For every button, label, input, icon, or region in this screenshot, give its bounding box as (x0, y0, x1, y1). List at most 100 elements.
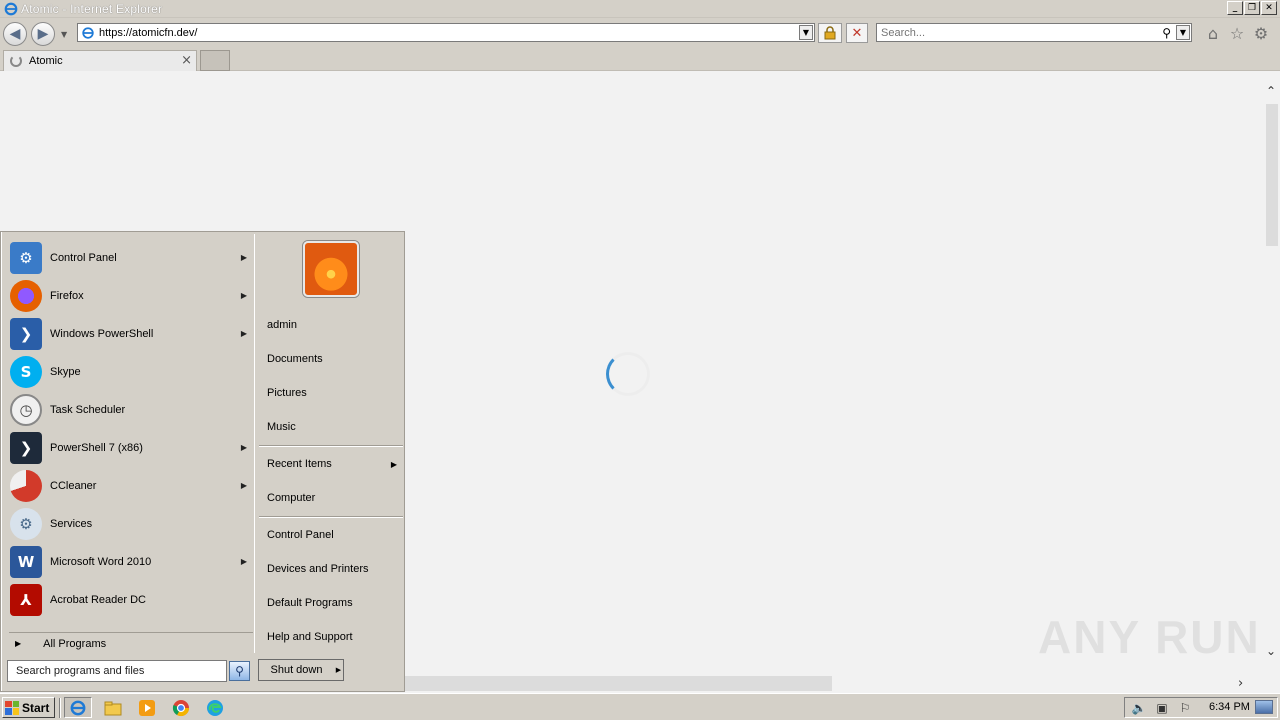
start-label: Start (22, 700, 50, 715)
program-windows-powershell[interactable]: ❯ Windows PowerShell ▶ (7, 316, 253, 352)
tab-close-icon[interactable]: × (181, 53, 192, 68)
restore-button[interactable]: ❐ (1244, 1, 1260, 15)
chrome-icon (172, 699, 190, 716)
show-desktop-button[interactable] (1255, 700, 1273, 714)
place-devices-printers[interactable]: Devices and Printers (267, 560, 397, 578)
window-title: Atomic - Internet Explorer (21, 1, 163, 16)
program-task-scheduler[interactable]: ◷ Task Scheduler (7, 392, 253, 428)
place-control-panel[interactable]: Control Panel (267, 526, 397, 544)
taskbar-separator (59, 698, 61, 718)
program-microsoft-word[interactable]: W Microsoft Word 2010 ▶ (7, 544, 253, 580)
place-music[interactable]: Music (267, 418, 397, 436)
powershell-icon: ❯ (10, 318, 42, 350)
windows-flag-icon (5, 700, 19, 715)
place-computer[interactable]: Computer (267, 489, 397, 507)
program-powershell7[interactable]: ❯ PowerShell 7 (x86) ▶ (7, 430, 253, 466)
control-panel-icon: ⚙ (10, 242, 42, 274)
program-label: CCleaner (50, 480, 97, 492)
search-box[interactable]: ⚲ ▼ (876, 23, 1192, 42)
taskbar: Start 🔈 ▣ ⚐ 6:34 PM (0, 693, 1280, 720)
scroll-down-icon[interactable]: ⌄ (1266, 644, 1276, 658)
home-icon[interactable]: ⌂ (1204, 24, 1222, 43)
ccleaner-icon (10, 470, 42, 502)
all-programs-button[interactable]: ▶ All Programs (9, 632, 253, 652)
taskbar-edge[interactable] (201, 697, 229, 718)
tab-atomic[interactable]: Atomic × (3, 50, 197, 71)
scroll-up-icon[interactable]: ⌃ (1266, 84, 1276, 98)
start-button[interactable]: Start (2, 697, 55, 718)
taskbar-media-player[interactable] (133, 697, 161, 718)
start-search-input[interactable]: Search programs and files (7, 660, 227, 682)
stop-button[interactable]: ✕ (846, 23, 868, 43)
place-help-support[interactable]: Help and Support (267, 628, 397, 646)
scroll-right-icon[interactable]: › (1238, 676, 1243, 691)
forward-icon: ▶ (37, 26, 49, 42)
vertical-scroll-thumb[interactable] (1266, 104, 1278, 246)
start-search-button[interactable]: ⚲ (229, 661, 250, 681)
program-label: Firefox (50, 290, 84, 302)
task-scheduler-icon: ◷ (10, 394, 42, 426)
new-tab-button[interactable] (200, 50, 230, 71)
program-label: Windows PowerShell (50, 328, 154, 340)
program-acrobat-reader[interactable]: ⅄ Acrobat Reader DC (7, 582, 253, 618)
place-admin[interactable]: admin (267, 316, 397, 334)
acrobat-icon: ⅄ (10, 584, 42, 616)
security-lock-button[interactable] (818, 23, 842, 43)
submenu-arrow-icon: ▶ (240, 557, 247, 566)
favorites-icon[interactable]: ☆ (1228, 24, 1246, 43)
program-services[interactable]: ⚙ Services (7, 506, 253, 542)
place-recent-items[interactable]: Recent Items ▶ (267, 455, 397, 473)
shutdown-options-arrow-icon[interactable]: ▶ (334, 659, 344, 681)
gear-icon[interactable]: ⚙ (1252, 24, 1270, 43)
address-url[interactable]: https://atomicfn.dev/ (99, 27, 197, 39)
start-menu-programs: ⚙ Control Panel ▶ Firefox ▶ ❯ Windows Po… (3, 234, 253, 653)
place-pictures[interactable]: Pictures (267, 384, 397, 402)
clock[interactable]: 6:34 PM (1209, 701, 1250, 713)
places-separator (259, 516, 403, 518)
program-control-panel[interactable]: ⚙ Control Panel ▶ (7, 240, 253, 276)
place-documents[interactable]: Documents (267, 350, 397, 368)
title-bar: Atomic - Internet Explorer _ ❐ ✕ (0, 0, 1280, 18)
window-controls: _ ❐ ✕ (1227, 1, 1277, 15)
navigation-bar: ◀ ▶ ▼ https://atomicfn.dev/ ▼ ✕ ⚲ ▼ ⌂ ☆ … (0, 18, 1280, 48)
tab-label: Atomic (29, 55, 63, 67)
network-icon[interactable]: ▣ (1153, 700, 1171, 716)
taskbar-explorer[interactable] (99, 697, 127, 718)
skype-icon: S (10, 356, 42, 388)
all-programs-label: All Programs (43, 637, 107, 650)
history-dropdown-icon[interactable]: ▼ (61, 30, 67, 39)
ie-logo-icon (4, 2, 18, 15)
taskbar-chrome[interactable] (167, 697, 195, 718)
program-skype[interactable]: S Skype (7, 354, 253, 390)
minimize-button[interactable]: _ (1227, 1, 1243, 15)
edge-icon (207, 699, 223, 716)
horizontal-scroll-thumb[interactable] (404, 676, 832, 691)
search-input[interactable] (881, 26, 1151, 39)
toolbar-icons: ⌂ ☆ ⚙ (1204, 24, 1270, 43)
volume-icon[interactable]: 🔈 (1130, 700, 1148, 716)
search-icon: ⚲ (235, 664, 244, 678)
program-ccleaner[interactable]: CCleaner ▶ (7, 468, 253, 504)
search-dropdown-button[interactable]: ▼ (1176, 25, 1190, 40)
taskbar-ie[interactable] (64, 697, 92, 718)
forward-button[interactable]: ▶ (31, 22, 55, 46)
vertical-scrollbar[interactable]: ⌃ ⌄ (1264, 84, 1280, 664)
place-default-programs[interactable]: Default Programs (267, 594, 397, 612)
page-loading-spinner (606, 352, 650, 396)
submenu-arrow-icon: ▶ (240, 253, 247, 262)
ie-page-icon (82, 26, 94, 39)
services-icon: ⚙ (10, 508, 42, 540)
back-button[interactable]: ◀ (3, 22, 27, 46)
watermark: ANY RUN (1038, 611, 1261, 663)
address-dropdown-button[interactable]: ▼ (799, 25, 813, 40)
action-center-flag-icon[interactable]: ⚐ (1176, 700, 1194, 716)
stop-icon: ✕ (851, 25, 863, 41)
submenu-arrow-icon: ▶ (240, 291, 247, 300)
all-programs-arrow-icon: ▶ (15, 639, 22, 648)
user-avatar[interactable] (303, 241, 359, 297)
search-icon[interactable]: ⚲ (1162, 26, 1171, 40)
close-button[interactable]: ✕ (1261, 1, 1277, 15)
address-bar[interactable]: https://atomicfn.dev/ ▼ (77, 23, 815, 42)
shutdown-button[interactable]: Shut down (258, 659, 335, 681)
program-firefox[interactable]: Firefox ▶ (7, 278, 253, 314)
